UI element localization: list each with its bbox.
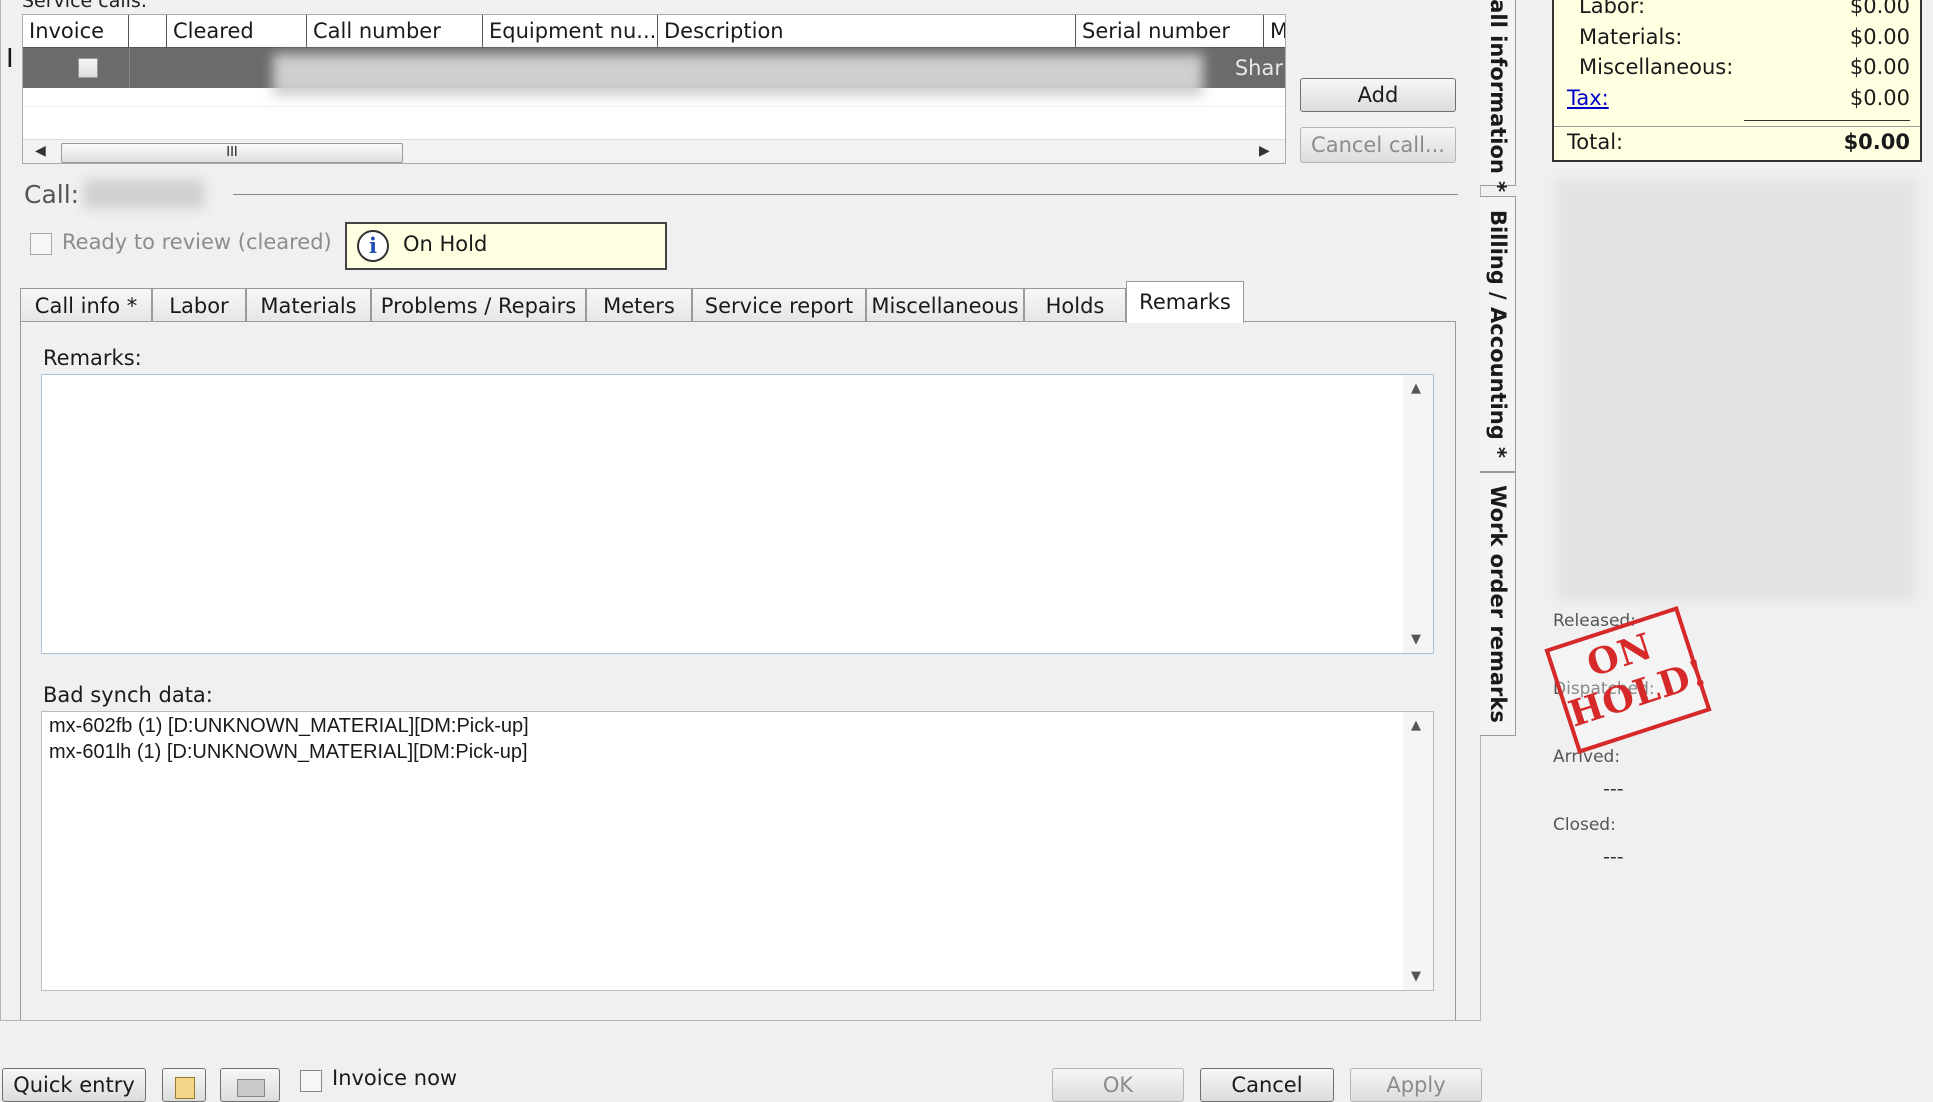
col-serial-number[interactable]: Serial number — [1076, 15, 1264, 47]
bad-synch-scrollbar[interactable]: ▲ ▼ — [1403, 712, 1433, 990]
tab-miscellaneous[interactable]: Miscellaneous — [866, 288, 1024, 322]
quick-entry-button[interactable]: Quick entry — [2, 1068, 146, 1102]
remarks-textarea[interactable]: ▲ ▼ — [41, 374, 1434, 654]
bad-synch-line: mx-602fb (1) [D:UNKNOWN_MATERIAL][DM:Pic… — [49, 715, 529, 737]
total-divider — [1554, 126, 1920, 127]
notepad-icon — [175, 1077, 195, 1099]
printer-icon — [237, 1079, 265, 1097]
remarks-scrollbar[interactable]: ▲ ▼ — [1403, 375, 1433, 653]
tab-service-report[interactable]: Service report — [692, 288, 866, 322]
billing-summary: Labor: $0.00 Materials: $0.00 Miscellane… — [1552, 0, 1922, 162]
arrived-value: --- — [1603, 778, 1624, 800]
scroll-up-icon[interactable]: ▲ — [1411, 381, 1421, 396]
apply-button[interactable]: Apply — [1350, 1068, 1482, 1102]
grid-header: Invoice Cleared Call number Equipment nu… — [23, 15, 1285, 48]
bad-synch-textarea[interactable]: mx-602fb (1) [D:UNKNOWN_MATERIAL][DM:Pic… — [41, 711, 1434, 991]
status-badge: i On Hold — [345, 222, 667, 270]
scroll-left-icon[interactable]: ◀ — [35, 143, 46, 159]
tax-row: Tax: $0.00 — [1567, 86, 1910, 110]
total-rule — [1744, 120, 1910, 121]
materials-row: Materials: $0.00 — [1579, 25, 1910, 49]
col-cleared[interactable]: Cleared — [167, 15, 307, 47]
col-description[interactable]: Description — [658, 15, 1076, 47]
horizontal-scrollbar[interactable]: ◀ III ▶ — [23, 139, 1285, 163]
tab-remarks[interactable]: Remarks — [1126, 281, 1244, 323]
call-label: Call: — [24, 180, 80, 209]
tab-work-order-remarks[interactable]: Work order remarks — [1480, 472, 1516, 736]
call-divider — [233, 194, 1458, 195]
redacted-call-number — [84, 180, 204, 208]
labor-row: Labor: $0.00 — [1579, 0, 1910, 18]
frame-bottom — [0, 1020, 1481, 1021]
invoice-now-checkbox[interactable] — [300, 1070, 322, 1092]
invoice-checkbox[interactable] — [78, 58, 98, 78]
service-calls-grid[interactable]: Invoice Cleared Call number Equipment nu… — [22, 14, 1286, 164]
scroll-thumb[interactable]: III — [61, 143, 403, 163]
col-call-number[interactable]: Call number — [307, 15, 483, 47]
print-button[interactable] — [220, 1068, 280, 1102]
info-icon: i — [357, 230, 389, 262]
invoice-now-label: Invoice now — [332, 1066, 458, 1090]
tab-labor[interactable]: Labor — [152, 288, 246, 322]
text-cursor-icon: I — [6, 44, 14, 74]
ready-to-review-checkbox[interactable] — [30, 233, 52, 255]
bad-synch-label: Bad synch data: — [43, 683, 213, 707]
total-row: Total: $0.00 — [1567, 130, 1910, 154]
scroll-down-icon[interactable]: ▼ — [1411, 632, 1421, 647]
col-invoice[interactable]: Invoice — [23, 15, 129, 47]
cancel-call-button[interactable]: Cancel call... — [1300, 127, 1456, 163]
ok-button[interactable]: OK — [1052, 1068, 1184, 1102]
notes-button[interactable] — [162, 1068, 206, 1102]
tab-problems-repairs[interactable]: Problems / Repairs — [371, 288, 586, 322]
bad-synch-line: mx-601lh (1) [D:UNKNOWN_MATERIAL][DM:Pic… — [49, 741, 528, 763]
tab-call-info[interactable]: Call info * — [20, 288, 152, 322]
col-blank[interactable] — [129, 15, 167, 47]
closed-label: Closed: — [1553, 815, 1616, 835]
scroll-down-icon[interactable]: ▼ — [1411, 969, 1421, 984]
row-divider — [129, 48, 130, 88]
tab-materials[interactable]: Materials — [246, 288, 371, 322]
tab-meters[interactable]: Meters — [586, 288, 692, 322]
scroll-right-icon[interactable]: ▶ — [1259, 143, 1270, 159]
col-equipment-number[interactable]: Equipment nu... — [483, 15, 658, 47]
col-make[interactable]: Make — [1264, 15, 1285, 47]
row-make-cell: Shar — [1234, 56, 1283, 80]
closed-value: --- — [1603, 846, 1624, 868]
tab-call-information[interactable]: Call information * — [1480, 0, 1516, 192]
remarks-label: Remarks: — [43, 346, 142, 370]
misc-row: Miscellaneous: $0.00 — [1579, 55, 1910, 79]
status-text: On Hold — [403, 232, 488, 256]
add-button[interactable]: Add — [1300, 78, 1456, 112]
redacted-details — [1556, 180, 1916, 600]
tab-holds[interactable]: Holds — [1024, 288, 1126, 322]
frame-left — [0, 0, 1, 1020]
tax-link[interactable]: Tax: — [1567, 86, 1609, 110]
service-calls-label: Service calls: — [22, 0, 148, 12]
empty-row — [23, 88, 1285, 107]
scroll-up-icon[interactable]: ▲ — [1411, 718, 1421, 733]
table-row[interactable]: Shar — [23, 48, 1285, 96]
cancel-button[interactable]: Cancel — [1200, 1068, 1334, 1102]
ready-to-review-label: Ready to review (cleared) — [62, 230, 332, 254]
tab-billing-accounting[interactable]: Billing / Accounting * — [1480, 196, 1516, 472]
